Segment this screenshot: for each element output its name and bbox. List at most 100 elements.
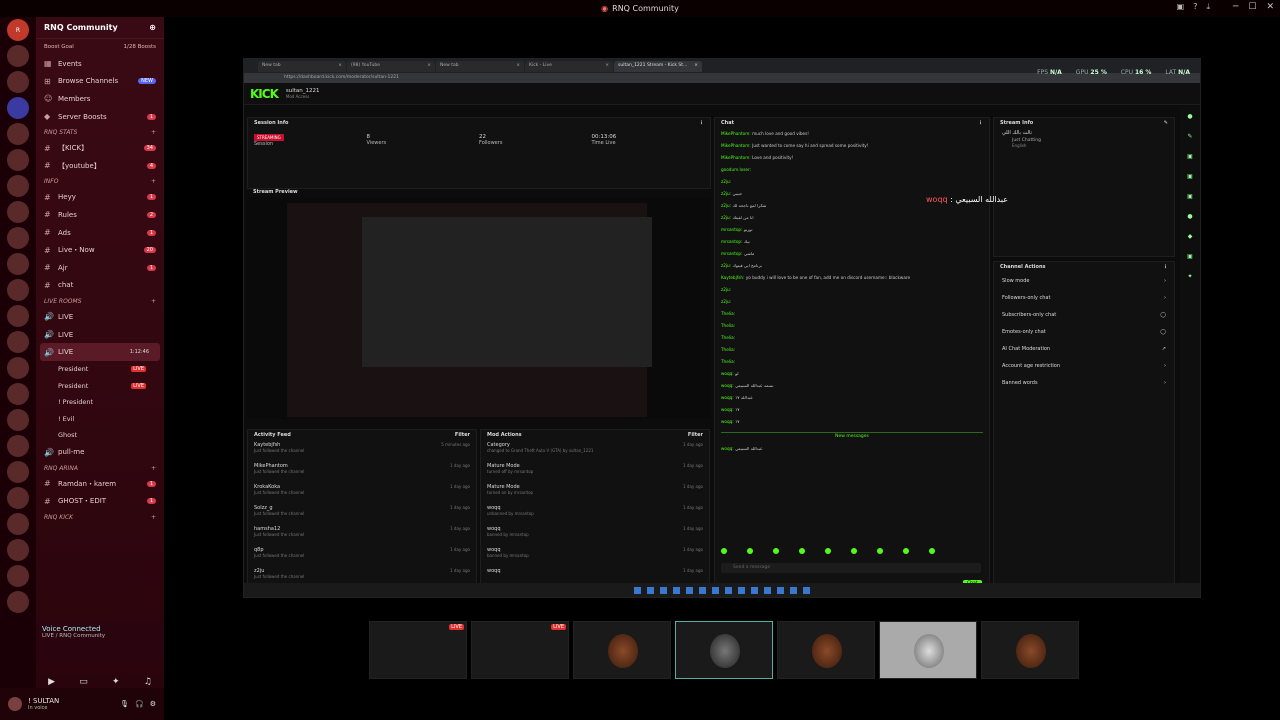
list-item[interactable]: Kaytebjfsh Just followed the channel 5 min… <box>248 440 476 461</box>
server-icon[interactable] <box>7 253 29 275</box>
chat-user[interactable]: MikePhantom: <box>721 131 751 136</box>
action-banned-words[interactable]: Banned words › <box>994 374 1174 391</box>
category-stats[interactable]: RNQ STATS + <box>36 125 164 139</box>
list-item[interactable]: q8p Just followed the channel 1 day ago <box>248 545 476 566</box>
chat-message[interactable]: woqq: لو <box>715 368 989 380</box>
action-emotes-only[interactable]: Emotes-only chat ◯ <box>994 323 1174 340</box>
chat-message[interactable]: woqq: ١٧ <box>715 416 989 428</box>
browser-tab[interactable]: (98) YouTube × <box>347 60 435 72</box>
chat-user[interactable]: woqq: <box>721 395 734 400</box>
action-subscribers-only[interactable]: Subscribers-only chat ◯ <box>994 306 1174 323</box>
chat-user[interactable]: Thelia: <box>721 311 735 316</box>
tool-icon[interactable]: ▣ <box>1187 253 1193 260</box>
chat-user[interactable]: z2ju: <box>721 287 731 292</box>
chat-user[interactable]: z2ju: <box>721 215 731 220</box>
category-info[interactable]: INFO + <box>36 175 164 189</box>
channel-ajr[interactable]: # Ajr 1 <box>36 259 164 277</box>
chat-user[interactable]: Thelia: <box>721 335 735 340</box>
participant-tile[interactable]: LIVE <box>369 621 467 679</box>
nav-server-boosts[interactable]: ◆ Server Boosts 1 <box>36 108 164 126</box>
category-arina[interactable]: RNQ ARINA + <box>36 461 164 475</box>
chat-message[interactable]: mrsantop: نيك <box>715 236 989 248</box>
emote-icon[interactable] <box>747 548 753 554</box>
participant-tile[interactable] <box>879 621 977 679</box>
app-icon[interactable] <box>712 586 719 594</box>
category-live-rooms[interactable]: LIVE ROOMS + <box>36 294 164 308</box>
toggle-switch[interactable]: ◯ <box>1160 312 1166 318</box>
voice-channel-name[interactable]: LIVE / RNQ Community <box>42 633 158 639</box>
emote-icon[interactable] <box>903 548 909 554</box>
chat-user[interactable]: MikePhantom: <box>721 143 751 148</box>
chat-message[interactable]: goodum.loser: <box>715 164 989 176</box>
boost-goal[interactable]: Boost Goal 1/28 Boosts <box>36 39 164 55</box>
chat-message[interactable]: z2ju: برنامج ابي فيتوك <box>715 260 989 272</box>
list-item[interactable]: woqq banned by mrsantop 1 day ago <box>481 524 709 545</box>
channel-ramdan[interactable]: # Ramdan・karem 1 <box>36 475 164 493</box>
participant-tile[interactable] <box>777 621 875 679</box>
app-icon[interactable] <box>777 586 784 594</box>
more-icon[interactable]: ⋮ <box>978 120 983 126</box>
tool-icon[interactable]: ▣ <box>1187 193 1193 200</box>
channel-youtube[interactable]: # 【youtube】 4 <box>36 157 164 175</box>
server-icon[interactable] <box>7 591 29 613</box>
chat-message[interactable]: Thelia: <box>715 356 989 368</box>
chat-message[interactable]: woqq: نسمه عبدالله السبيعي <box>715 380 989 392</box>
list-item[interactable]: hamsha12 Just followed the channel 1 day a… <box>248 524 476 545</box>
chat-user[interactable]: z2ju: <box>721 203 731 208</box>
emote-icon[interactable] <box>929 548 935 554</box>
channel-ads[interactable]: # Ads 1 <box>36 224 164 242</box>
chat-user[interactable]: woqq: <box>721 446 734 451</box>
filter-button[interactable]: Filter <box>688 432 703 438</box>
chat-message[interactable]: woqq: ١٧ <box>715 404 989 416</box>
server-header[interactable]: RNQ Community ⊕ <box>36 17 164 39</box>
list-item[interactable]: Solzz_g Just followed the channel 1 day ag… <box>248 503 476 524</box>
server-icon[interactable] <box>7 279 29 301</box>
voice-channel-live[interactable]: 🔊 LIVE <box>36 326 164 344</box>
channel-ghost-edit[interactable]: # GHOST・EDIT 1 <box>36 493 164 511</box>
chat-message[interactable]: z2ju: <box>715 296 989 308</box>
voice-user[interactable]: President LIVE <box>36 361 164 378</box>
list-item[interactable]: KrokaKoka Just followed the channel 1 day … <box>248 482 476 503</box>
plus-icon[interactable]: + <box>151 465 156 472</box>
chat-message[interactable]: MikePhantom: much love and good vibes! <box>715 128 989 140</box>
chat-user[interactable]: woqq: <box>721 419 734 424</box>
chat-message[interactable]: MikePhantom: Just wanted to come say hi … <box>715 140 989 152</box>
activity-icon[interactable]: ✦ <box>112 677 120 687</box>
chat-user[interactable]: z2ju: <box>721 179 731 184</box>
close-icon[interactable]: × <box>605 63 609 70</box>
app-icon[interactable] <box>803 586 810 594</box>
chat-user[interactable]: Thelia: <box>721 359 735 364</box>
gear-icon[interactable]: ⚙ <box>150 700 156 708</box>
plus-icon[interactable]: + <box>151 178 156 185</box>
toggle-switch[interactable]: ◯ <box>1160 329 1166 335</box>
chat-message[interactable]: z2ju: <box>715 176 989 188</box>
video-icon[interactable]: ▶ <box>48 677 55 687</box>
kick-channel[interactable]: sultan_1221 Mod Access <box>286 88 320 100</box>
browser-tab[interactable]: New tab × <box>258 60 346 72</box>
screen-share-view[interactable]: New tab × (98) YouTube × New tab × Kick - L… <box>243 58 1201 598</box>
chat-message[interactable]: MikePhantom: Love and positivity! <box>715 152 989 164</box>
voice-user[interactable]: ! Evil <box>36 410 164 427</box>
emote-icon[interactable] <box>877 548 883 554</box>
server-icon[interactable] <box>7 487 29 509</box>
close-icon[interactable]: × <box>516 63 520 70</box>
list-item[interactable]: Mature Mode turned off by mrsantop 1 day a… <box>481 461 709 482</box>
chat-user[interactable]: Kaytebjfsh: <box>721 275 744 280</box>
nav-browse-channels[interactable]: ⊞ Browse Channels NEW <box>36 73 164 91</box>
server-icon[interactable] <box>7 175 29 197</box>
server-icon[interactable] <box>7 565 29 587</box>
emote-icon[interactable] <box>773 548 779 554</box>
add-member-icon[interactable]: ⊕ <box>149 23 156 32</box>
chat-user[interactable]: z2ju: <box>721 191 731 196</box>
server-icon[interactable] <box>7 123 29 145</box>
chat-user[interactable]: z2ju: <box>721 299 731 304</box>
pencil-icon[interactable]: ✎ <box>1187 133 1192 140</box>
server-icon[interactable]: R <box>7 19 29 41</box>
channel-rules[interactable]: # Rules 2 <box>36 206 164 224</box>
chat-message[interactable]: Thelia: <box>715 332 989 344</box>
app-icon[interactable] <box>686 586 693 594</box>
user-icon[interactable]: ● <box>1187 113 1192 120</box>
server-icon[interactable] <box>7 435 29 457</box>
chat-user[interactable]: Thelia: <box>721 347 735 352</box>
screen-share-icon[interactable]: ▭ <box>79 677 88 687</box>
